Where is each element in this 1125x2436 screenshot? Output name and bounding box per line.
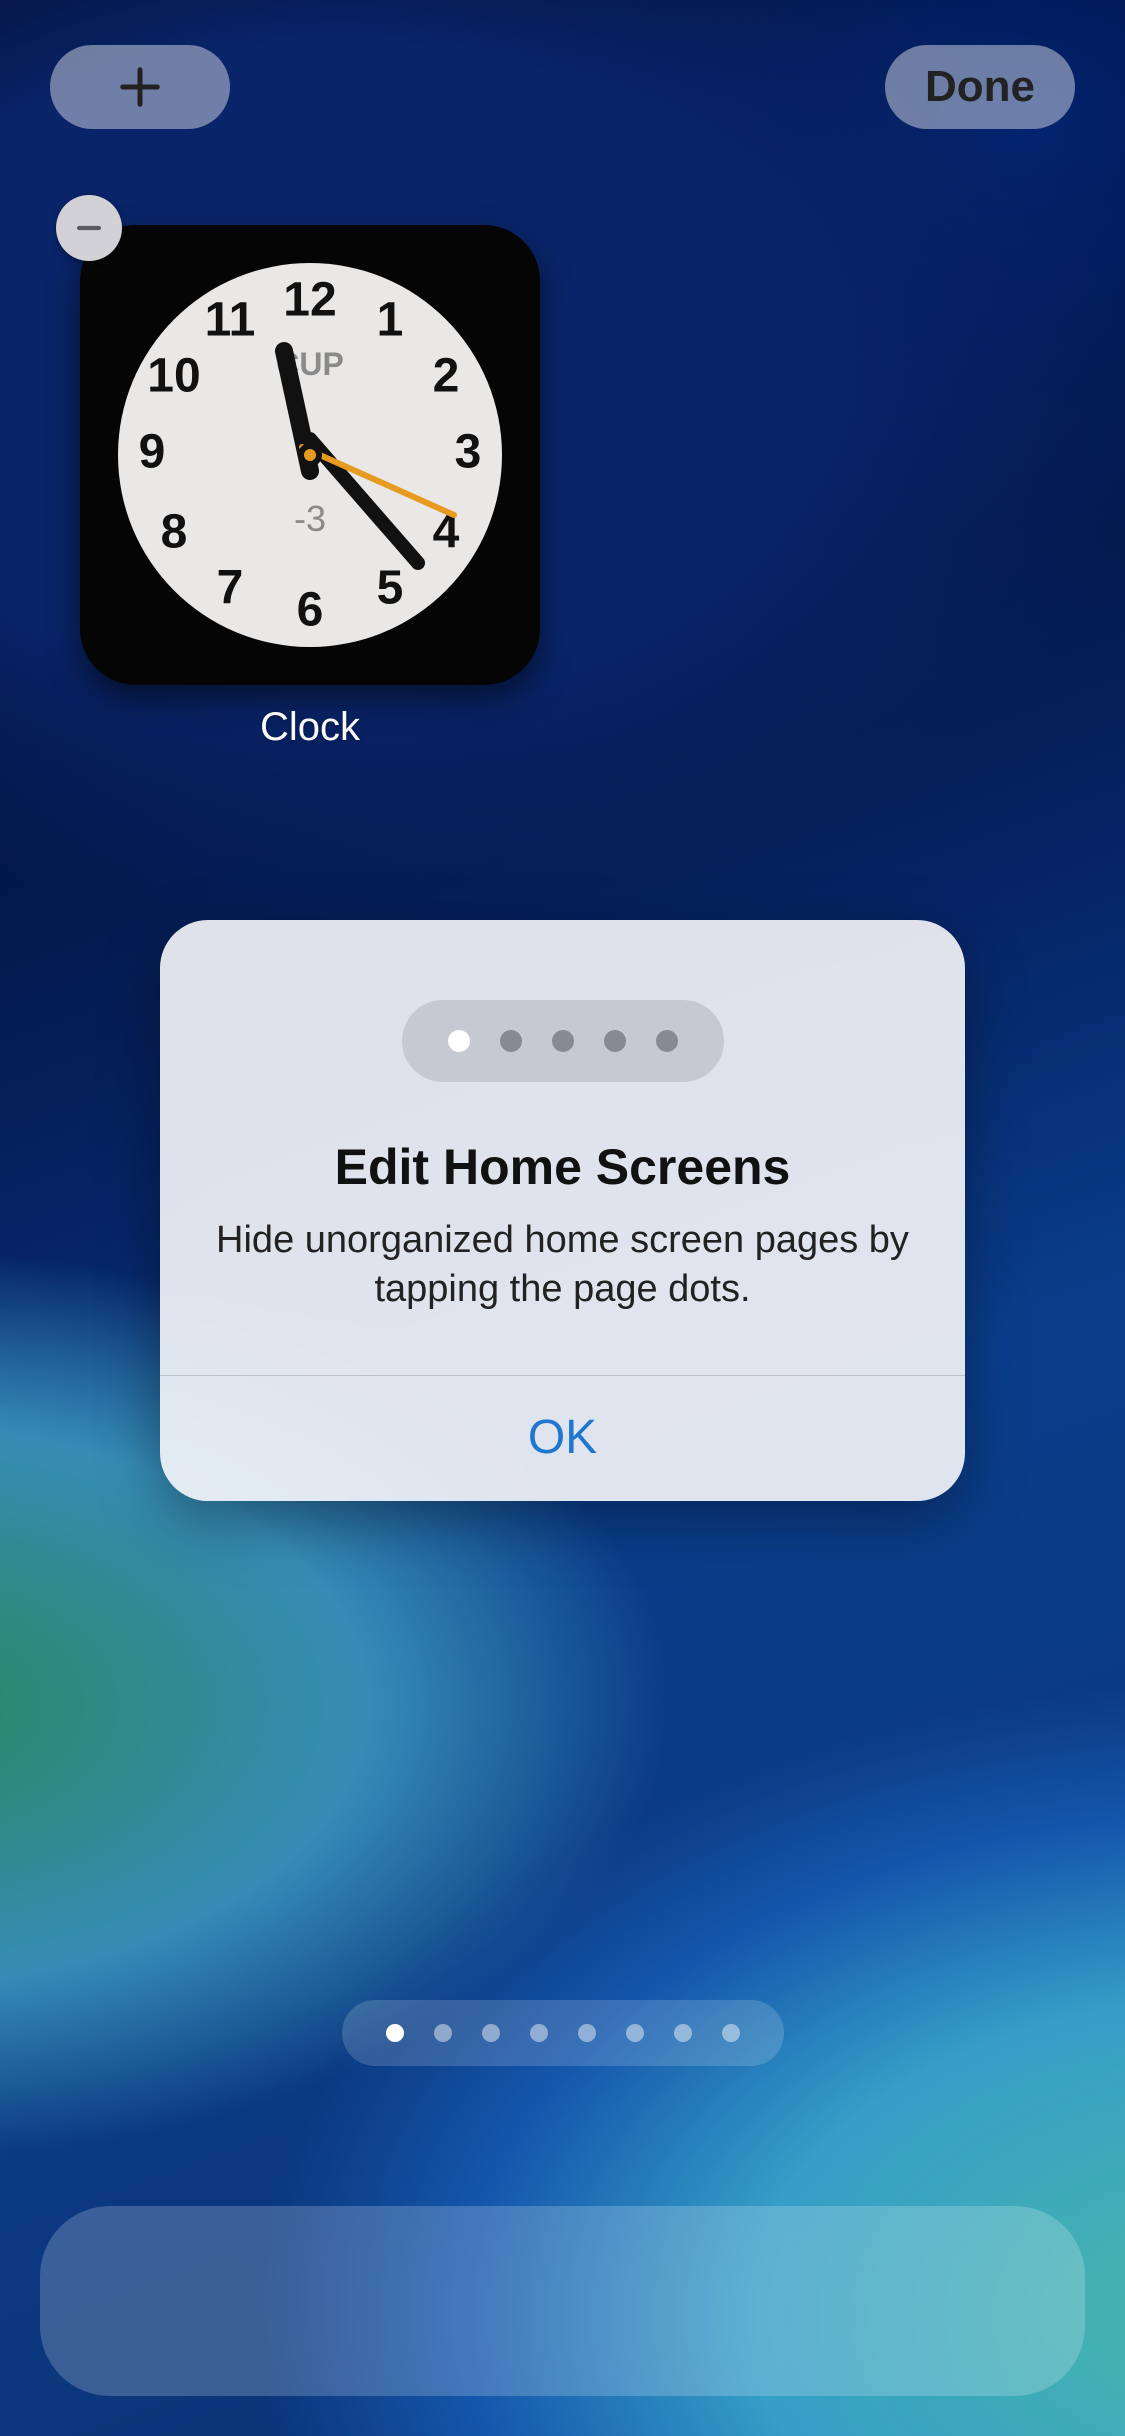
- svg-text:7: 7: [217, 562, 244, 615]
- svg-text:10: 10: [147, 350, 200, 403]
- svg-text:5: 5: [377, 562, 404, 615]
- page-dot: [552, 1030, 574, 1052]
- svg-text:6: 6: [297, 584, 324, 637]
- page-dot[interactable]: [482, 2024, 500, 2042]
- page-dot[interactable]: [386, 2024, 404, 2042]
- page-dot[interactable]: [530, 2024, 548, 2042]
- svg-text:9: 9: [139, 426, 166, 479]
- page-dots-preview: [402, 1000, 724, 1082]
- svg-text:12: 12: [283, 274, 336, 327]
- minus-icon: [72, 211, 106, 245]
- alert-content: Edit Home Screens Hide unorganized home …: [160, 920, 965, 1375]
- clock-widget-container[interactable]: 12 1 2 3 4 5 6 7 8 9 10 11 CUP -3: [80, 225, 540, 750]
- page-dot[interactable]: [434, 2024, 452, 2042]
- svg-text:1: 1: [377, 294, 404, 347]
- page-dot[interactable]: [722, 2024, 740, 2042]
- plus-icon: [117, 64, 163, 110]
- svg-text:-3: -3: [294, 498, 326, 539]
- home-screen-edit-mode: Done 12 1 2 3 4 5 6 7 8: [0, 0, 1125, 2436]
- alert-ok-button[interactable]: OK: [160, 1376, 965, 1501]
- page-dot: [656, 1030, 678, 1052]
- add-widget-button[interactable]: [50, 45, 230, 129]
- analog-clock-face-icon: 12 1 2 3 4 5 6 7 8 9 10 11 CUP -3: [110, 255, 510, 655]
- page-indicator[interactable]: [342, 2000, 784, 2066]
- edit-home-screens-alert: Edit Home Screens Hide unorganized home …: [160, 920, 965, 1501]
- clock-widget[interactable]: 12 1 2 3 4 5 6 7 8 9 10 11 CUP -3: [80, 225, 540, 685]
- alert-ok-label: OK: [528, 1411, 597, 1464]
- page-dot[interactable]: [674, 2024, 692, 2042]
- page-dot: [448, 1030, 470, 1052]
- page-dot[interactable]: [626, 2024, 644, 2042]
- dock[interactable]: [40, 2206, 1085, 2396]
- svg-text:3: 3: [455, 426, 482, 479]
- alert-body: Hide unorganized home screen pages by ta…: [210, 1216, 915, 1315]
- svg-text:11: 11: [205, 294, 256, 347]
- remove-widget-button[interactable]: [56, 195, 122, 261]
- page-dot[interactable]: [578, 2024, 596, 2042]
- page-dot: [604, 1030, 626, 1052]
- alert-title: Edit Home Screens: [210, 1138, 915, 1196]
- done-label: Done: [925, 62, 1035, 112]
- page-dot: [500, 1030, 522, 1052]
- done-button[interactable]: Done: [885, 45, 1075, 129]
- svg-text:8: 8: [161, 506, 188, 559]
- svg-text:2: 2: [433, 350, 460, 403]
- widget-label: Clock: [80, 705, 540, 750]
